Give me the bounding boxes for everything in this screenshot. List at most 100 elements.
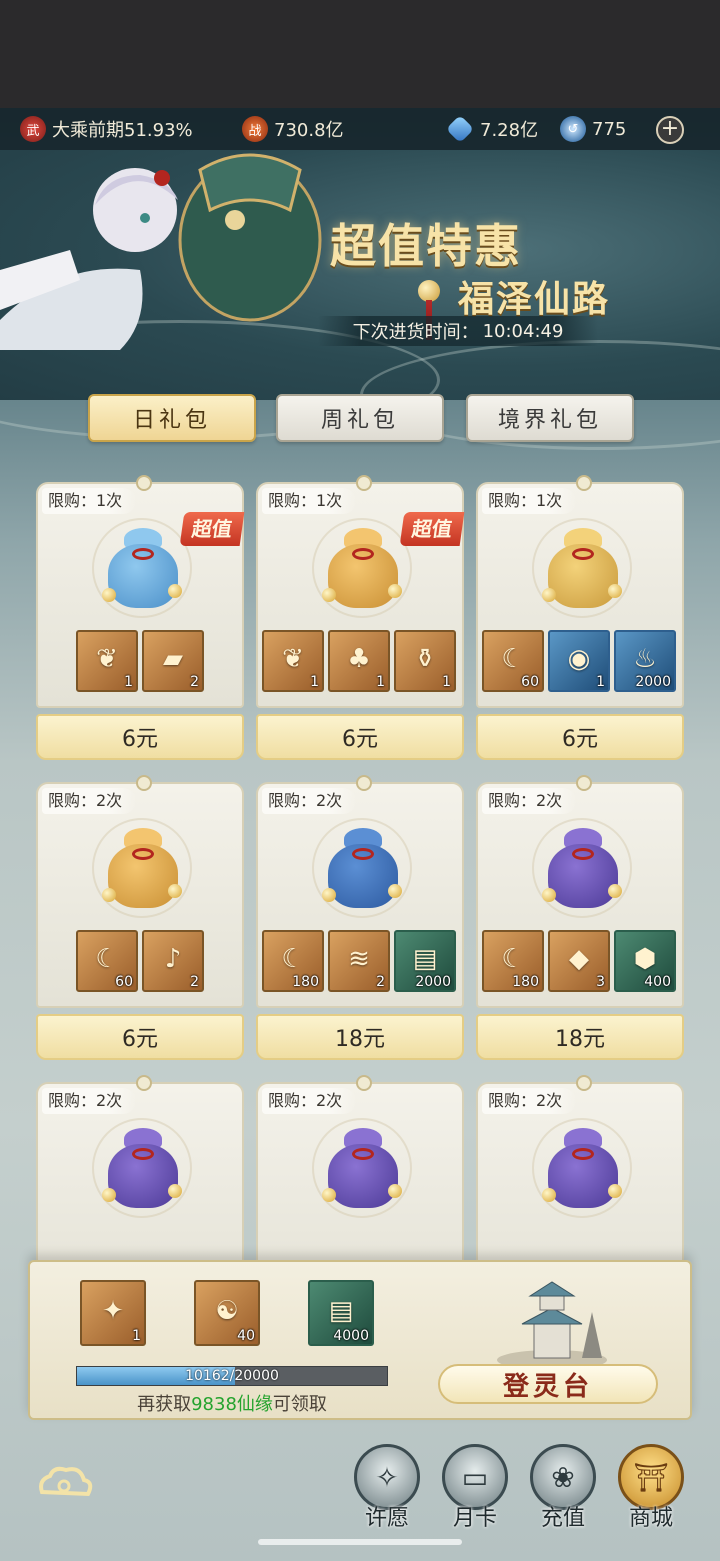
feather-icon: ✦ [102,1295,124,1326]
reward-qty: 40 [237,1328,255,1344]
item-qty: 2 [190,974,199,990]
jade-balance[interactable]: ↺ 775 [560,108,626,150]
gift-bag-icon [102,824,184,914]
super-value-badge: 超值 [399,512,465,546]
scroll-icon: ▤ [328,1295,354,1326]
nav-recharge[interactable]: ❀ 充值 [528,1444,598,1544]
crystal-icon: ◆ [569,943,589,974]
pack-item[interactable]: ⬢ 400 [614,930,676,992]
pack-item[interactable]: ⚱ 1 [394,630,456,692]
pack-item[interactable]: ♨ 2000 [614,630,676,692]
tab-daily-pack[interactable]: 日礼包 [88,394,256,442]
pack-item[interactable]: ❦ 1 [76,630,138,692]
milestone-reward[interactable]: ▤ 4000 [308,1280,374,1346]
pack-card-body: 限购：2次 ☾ 60 ♪ 2 [36,775,244,1008]
pack-card-body: 限购：1次超值 ❦ 1 ▰ 2 [36,475,245,708]
pack-item[interactable]: ☾ 60 [482,630,544,692]
spirit-stone-balance[interactable]: 7.28亿 [445,108,539,150]
pack-card[interactable]: 限购：1次 ☾ 60 ◉ 1 ♨ 2000 6元 [476,475,684,760]
pack-item[interactable]: ♣ 1 [328,630,390,692]
pack-item[interactable]: ≋ 2 [328,930,390,992]
item-qty: 2000 [415,974,451,990]
pack-items: ☾ 180 ≋ 2 ▤ 2000 [262,930,456,992]
item-qty: 180 [292,974,319,990]
home-indicator[interactable] [258,1539,462,1545]
battle-power[interactable]: 战 730.8亿 [242,108,344,150]
gift-bag-icon [102,1124,184,1214]
ore-icon: ⬢ [633,943,657,974]
buy-price-button[interactable]: 6元 [476,714,684,760]
buy-price-button[interactable]: 6元 [256,714,464,760]
purchase-limit: 限购：1次 [482,488,577,514]
pack-card[interactable]: 限购：2次 ☾ 60 ♪ 2 6元 [36,775,244,1060]
crescent-icon: ☾ [501,943,525,974]
auspicious-cloud-menu-icon[interactable] [36,1464,94,1504]
gift-bag-icon: ❦ [282,643,304,674]
tab-weekly-pack[interactable]: 周礼包 [276,394,444,442]
pack-item[interactable]: ♪ 2 [142,930,204,992]
nav-monthly-card[interactable]: ▭ 月卡 [440,1444,510,1544]
banner-title: 超值特惠 [330,219,522,273]
pack-card[interactable]: 限购：2次 ☾ 180 ◆ 3 ⬢ 400 18元 [476,775,684,1060]
item-qty: 60 [521,674,539,690]
pack-card[interactable]: 限购：2次 ☾ 180 ≋ 2 ▤ 2000 18元 [256,775,464,1060]
gift-bag-icon [542,824,624,914]
talisman-icon: ≋ [348,943,370,974]
purchase-limit: 限购：2次 [262,788,357,814]
milestone-reward[interactable]: ☯ 40 [194,1280,260,1346]
hint-amount: 9838仙缘 [191,1394,273,1415]
gift-bag-icon [322,824,404,914]
pack-item[interactable]: ▰ 2 [142,630,204,692]
hint-prefix: 再获取 [137,1394,192,1415]
purchase-limit: 限购：2次 [42,788,137,814]
hero-character-art [0,153,322,350]
milestone-hint: 再获取9838仙缘可领取 [76,1390,388,1416]
buy-price-button[interactable]: 6元 [36,714,244,760]
pack-items: ☾ 60 ◉ 1 ♨ 2000 [482,630,676,692]
buy-price-button[interactable]: 18元 [476,1014,684,1060]
pack-item[interactable]: ◆ 3 [548,930,610,992]
martial-icon: 武 [20,116,46,142]
milestone-progress-bar: 10162/20000 [76,1366,388,1386]
nav-label: 商城 [628,1506,673,1531]
hint-suffix: 可领取 [272,1394,327,1415]
pack-item[interactable]: ▤ 2000 [394,930,456,992]
gift-bag-icon: ❦ [96,643,118,674]
gift-bag-icon [322,1124,404,1214]
add-currency-button[interactable]: + [656,116,684,144]
pack-items: ☾ 180 ◆ 3 ⬢ 400 [482,930,676,992]
pack-item[interactable]: ☾ 180 [482,930,544,992]
nav-label: 充值 [540,1506,585,1531]
pack-item[interactable]: ☾ 180 [262,930,324,992]
spirit-stone-text: 7.28亿 [480,120,539,141]
pack-item[interactable]: ❦ 1 [262,630,324,692]
ascend-platform-button[interactable]: 登灵台 [438,1364,658,1404]
purchase-limit: 限购：1次 [42,488,137,514]
pack-item[interactable]: ◉ 1 [548,630,610,692]
gift-bag-icon [322,524,404,614]
nav-label: 许愿 [364,1506,409,1531]
nav-wish[interactable]: ✧ 许愿 [352,1444,422,1544]
nav-shop[interactable]: ⛩ 商城 [616,1444,686,1544]
realm-text: 大乘前期51.93% [52,120,193,141]
nav-label: 月卡 [452,1506,497,1531]
realm-progress[interactable]: 武 大乘前期51.93% [20,108,193,150]
buy-price-button[interactable]: 18元 [256,1014,464,1060]
buy-price-button[interactable]: 6元 [36,1014,244,1060]
pack-items: ☾ 60 ♪ 2 [76,930,204,992]
item-qty: 400 [644,974,671,990]
gift-bag-icon [542,524,624,614]
pack-items: ❦ 1 ♣ 1 ⚱ 1 [262,630,456,692]
tab-realm-pack[interactable]: 境界礼包 [466,394,634,442]
super-value-badge: 超值 [179,512,245,546]
reward-qty: 1 [132,1328,141,1344]
item-qty: 180 [512,974,539,990]
purchase-limit: 限购：2次 [42,1088,137,1114]
resource-bar: 武 大乘前期51.93% 战 730.8亿 7.28亿 ↺ 775 + [0,108,720,150]
milestone-reward[interactable]: ✦ 1 [80,1280,146,1346]
pack-card[interactable]: 限购：1次 超值 ❦ 1 ♣ 1 ⚱ 1 6元 [256,475,465,760]
pack-item[interactable]: ☾ 60 [76,930,138,992]
card-icon: ▰ [163,643,183,674]
jade-text: 775 [592,118,627,140]
pack-card[interactable]: 限购：1次超值 ❦ 1 ▰ 2 6元 [36,475,245,760]
